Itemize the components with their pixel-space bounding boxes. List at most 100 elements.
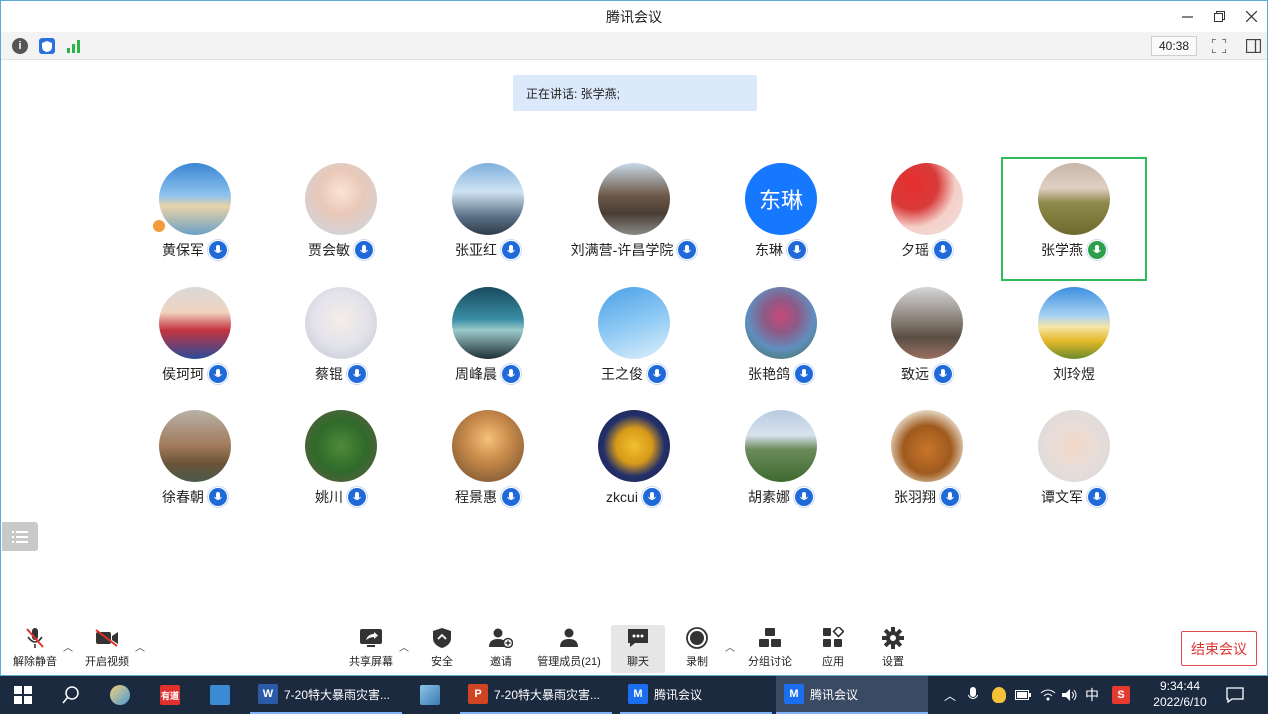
breakout-rooms-icon <box>757 625 783 651</box>
participant-tile[interactable]: 王之俊 <box>561 281 707 405</box>
invite-user-icon <box>488 625 514 651</box>
participant-tile[interactable]: 夕瑶 <box>854 157 1000 281</box>
avatar <box>745 410 817 482</box>
chat-button[interactable]: 聊天 <box>611 625 665 673</box>
youdao-app-icon[interactable]: 有道 <box>160 676 180 714</box>
chevron-up-icon[interactable]: ︿ <box>399 639 409 654</box>
participant-tile[interactable]: 周峰晨 <box>415 281 561 405</box>
taskbar-tencent-meeting[interactable]: M 腾讯会议 <box>620 676 772 714</box>
ime-indicator[interactable]: 中 <box>1085 676 1099 714</box>
participant-tile[interactable]: 徐春朝 <box>122 404 268 528</box>
participant-tile[interactable]: 程景惠 <box>415 404 561 528</box>
paint-app-icon[interactable] <box>110 676 130 714</box>
microphone-icon <box>501 487 521 507</box>
start-video-button[interactable]: 开启视频 <box>83 625 131 673</box>
wifi-icon[interactable] <box>1040 676 1056 714</box>
sidebar-toggle-icon[interactable] <box>1245 38 1261 54</box>
notebook-app-icon[interactable] <box>420 676 440 714</box>
participant-tile[interactable]: 侯珂珂 <box>122 281 268 405</box>
avatar <box>891 287 963 359</box>
participant-tile[interactable]: 谭文军 <box>1001 404 1147 528</box>
participant-tile[interactable]: 东琳 东琳 <box>708 157 854 281</box>
card-app-icon[interactable] <box>210 676 230 714</box>
manage-members-button[interactable]: 管理成员(21) <box>536 625 602 673</box>
info-icon[interactable]: i <box>12 38 28 54</box>
restore-button[interactable] <box>1203 1 1235 32</box>
shield-icon[interactable] <box>39 38 55 54</box>
participant-name: 张亚红 <box>455 242 497 258</box>
unmute-button[interactable]: 解除静音 <box>11 625 59 673</box>
participant-name: 刘玲煜 <box>1053 366 1095 382</box>
taskbar-clock[interactable]: 9:34:44 2022/6/10 <box>1140 678 1220 710</box>
minimize-button[interactable] <box>1171 1 1203 32</box>
invite-button[interactable]: 邀请 <box>485 625 517 673</box>
participant-name: 张艳鸽 <box>748 366 790 382</box>
participant-tile[interactable]: 致远 <box>854 281 1000 405</box>
chevron-up-icon[interactable]: ︿ <box>944 676 956 714</box>
fullscreen-icon[interactable] <box>1211 38 1227 54</box>
participant-tile[interactable]: 张亚红 <box>415 157 561 281</box>
settings-label: 设置 <box>882 656 904 668</box>
avatar <box>159 163 231 235</box>
microphone-icon <box>501 240 521 260</box>
search-icon[interactable] <box>62 676 82 714</box>
participant-tile[interactable]: 黄保军 <box>122 157 268 281</box>
participant-tile[interactable]: 张羽翔 <box>854 404 1000 528</box>
avatar-initials: 东琳 <box>758 188 803 213</box>
security-shield-icon <box>429 625 455 651</box>
chevron-up-icon[interactable]: ︿ <box>135 639 145 654</box>
clock-date: 2022/6/10 <box>1153 695 1207 709</box>
taskbar-tencent-meeting-active[interactable]: M 腾讯会议 <box>776 676 928 714</box>
avatar <box>1038 287 1110 359</box>
security-button[interactable]: 安全 <box>426 625 458 673</box>
participant-tile[interactable]: zkcui <box>561 404 707 528</box>
share-screen-button[interactable]: 共享屏幕 <box>347 625 395 673</box>
avatar <box>305 410 377 482</box>
volume-icon[interactable] <box>1062 676 1078 714</box>
host-badge-icon <box>152 219 166 233</box>
tencent-meeting-icon: M <box>628 684 648 704</box>
microphone-icon <box>208 364 228 384</box>
qq-tray-icon[interactable] <box>992 676 1006 714</box>
participant-tile[interactable]: 刘满营-许昌学院 <box>561 157 707 281</box>
chevron-up-icon[interactable]: ︿ <box>63 639 73 654</box>
microphone-tray-icon[interactable] <box>968 676 978 714</box>
taskbar-word-document[interactable]: W 7-20特大暴雨灾害... <box>250 676 402 714</box>
participant-name: 黄保军 <box>162 242 204 258</box>
signal-icon[interactable] <box>66 38 82 54</box>
participant-name: 张学燕 <box>1041 242 1083 258</box>
breakout-button[interactable]: 分组讨论 <box>746 625 794 673</box>
participant-name: 程景惠 <box>455 489 497 505</box>
participant-name: 东琳 <box>755 242 783 258</box>
start-video-label: 开启视频 <box>85 656 129 668</box>
battery-icon[interactable] <box>1015 676 1031 714</box>
microphone-muted-icon <box>22 625 48 651</box>
close-button[interactable] <box>1235 1 1267 32</box>
microphone-icon <box>677 240 698 260</box>
window-title: 腾讯会议 <box>606 8 662 25</box>
apps-button[interactable]: 应用 <box>817 625 849 673</box>
end-meeting-button[interactable]: 结束会议 <box>1181 631 1257 666</box>
layout-list-button[interactable] <box>2 522 38 551</box>
microphone-icon <box>641 487 662 507</box>
taskbar-ppt-document[interactable]: P 7-20特大暴雨灾害... <box>460 676 612 714</box>
record-button[interactable]: 录制 <box>682 625 712 673</box>
sogou-ime-icon[interactable]: S <box>1112 676 1130 714</box>
participant-tile[interactable]: 贾会敏 <box>268 157 414 281</box>
chevron-up-icon[interactable]: ︿ <box>725 639 735 654</box>
video-off-icon <box>94 625 120 651</box>
avatar <box>891 163 963 235</box>
participant-tile-active-speaker[interactable]: 张学燕 <box>1001 157 1147 281</box>
participant-tile[interactable]: 蔡锟 <box>268 281 414 405</box>
participant-tile[interactable]: 刘玲煜 <box>1001 281 1147 405</box>
microphone-icon <box>940 487 960 507</box>
participant-tile[interactable]: 张艳鸽 <box>708 281 854 405</box>
participant-name: 张羽翔 <box>894 489 936 505</box>
avatar <box>305 287 377 359</box>
settings-button[interactable]: 设置 <box>877 625 909 673</box>
notification-icon[interactable] <box>1226 676 1244 714</box>
avatar <box>159 287 231 359</box>
windows-start-icon[interactable] <box>14 676 34 714</box>
participant-tile[interactable]: 姚川 <box>268 404 414 528</box>
participant-tile[interactable]: 胡素娜 <box>708 404 854 528</box>
